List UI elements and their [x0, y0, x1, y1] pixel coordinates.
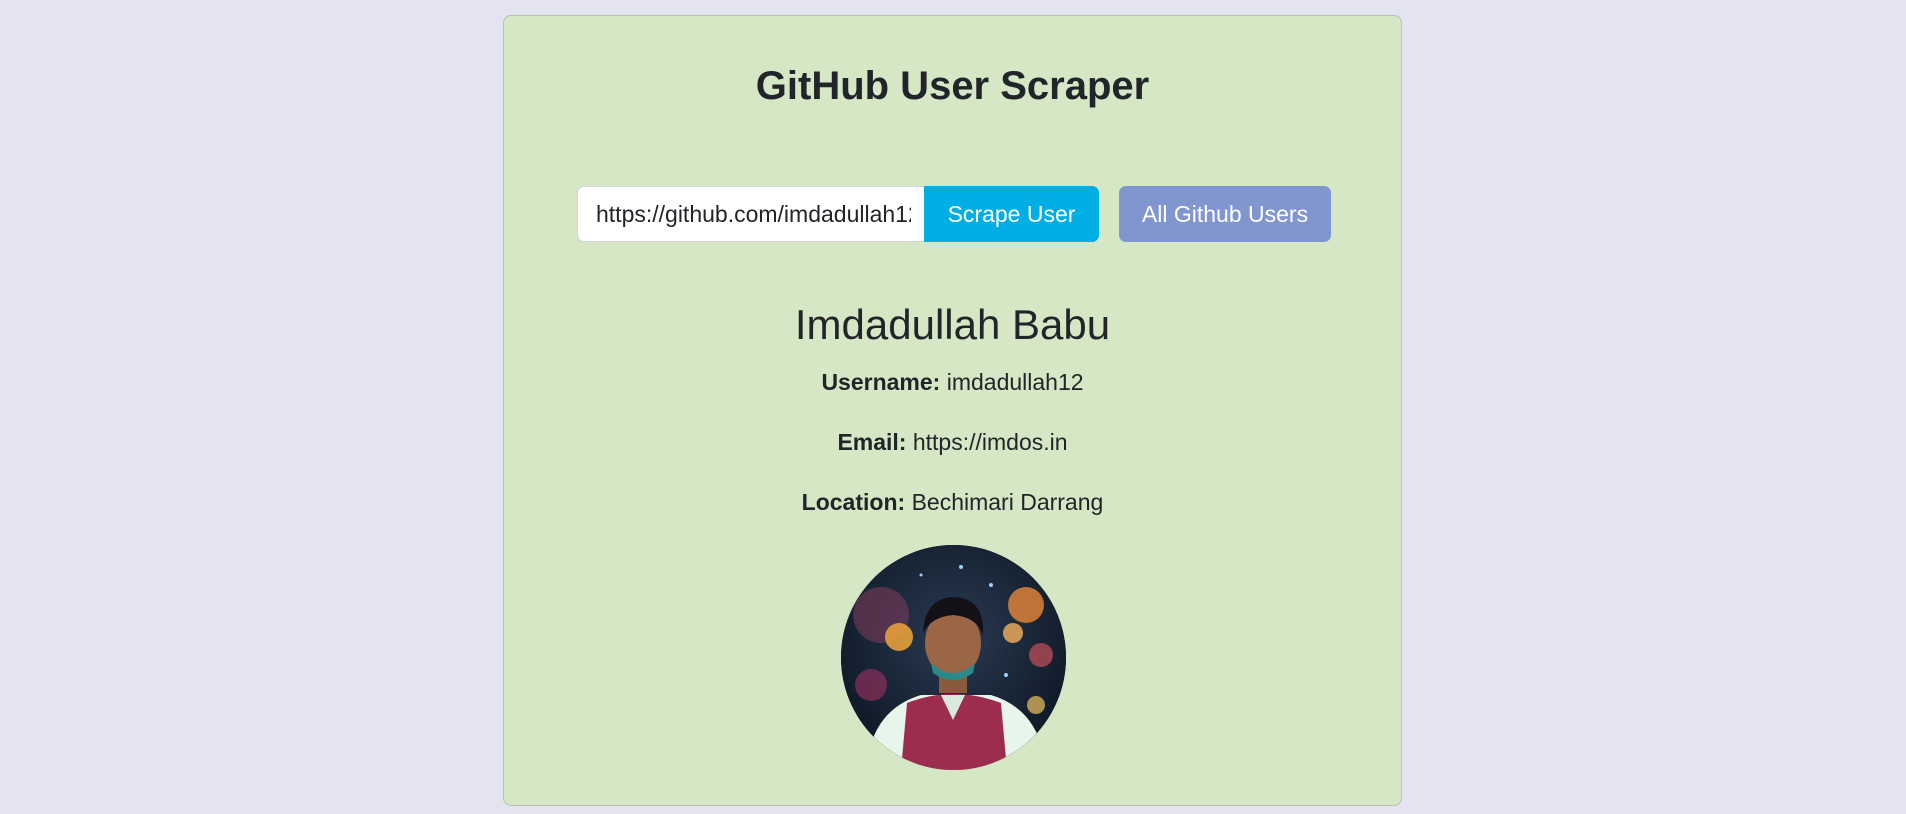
- github-url-input[interactable]: [577, 186, 927, 242]
- username-label: Username:: [821, 369, 941, 395]
- username-row: Username: imdadullah12: [504, 369, 1401, 397]
- avatar-photo-icon: [841, 545, 1066, 770]
- all-github-users-button[interactable]: All Github Users: [1119, 186, 1331, 242]
- email-value: https://imdos.in: [912, 429, 1068, 455]
- scraper-card: GitHub User Scraper Scrape User All Gith…: [503, 15, 1402, 806]
- email-label: Email:: [837, 429, 907, 455]
- location-value: Bechimari Darrang: [911, 489, 1104, 515]
- scrape-user-button[interactable]: Scrape User: [924, 186, 1099, 242]
- page-title: GitHub User Scraper: [755, 64, 1150, 108]
- user-full-name: Imdadullah Babu: [794, 301, 1111, 348]
- location-label: Location:: [801, 489, 906, 515]
- username-value: imdadullah12: [946, 369, 1084, 395]
- location-row: Location: Bechimari Darrang: [504, 489, 1401, 517]
- user-avatar: [841, 545, 1066, 770]
- email-row: Email: https://imdos.in: [504, 429, 1401, 457]
